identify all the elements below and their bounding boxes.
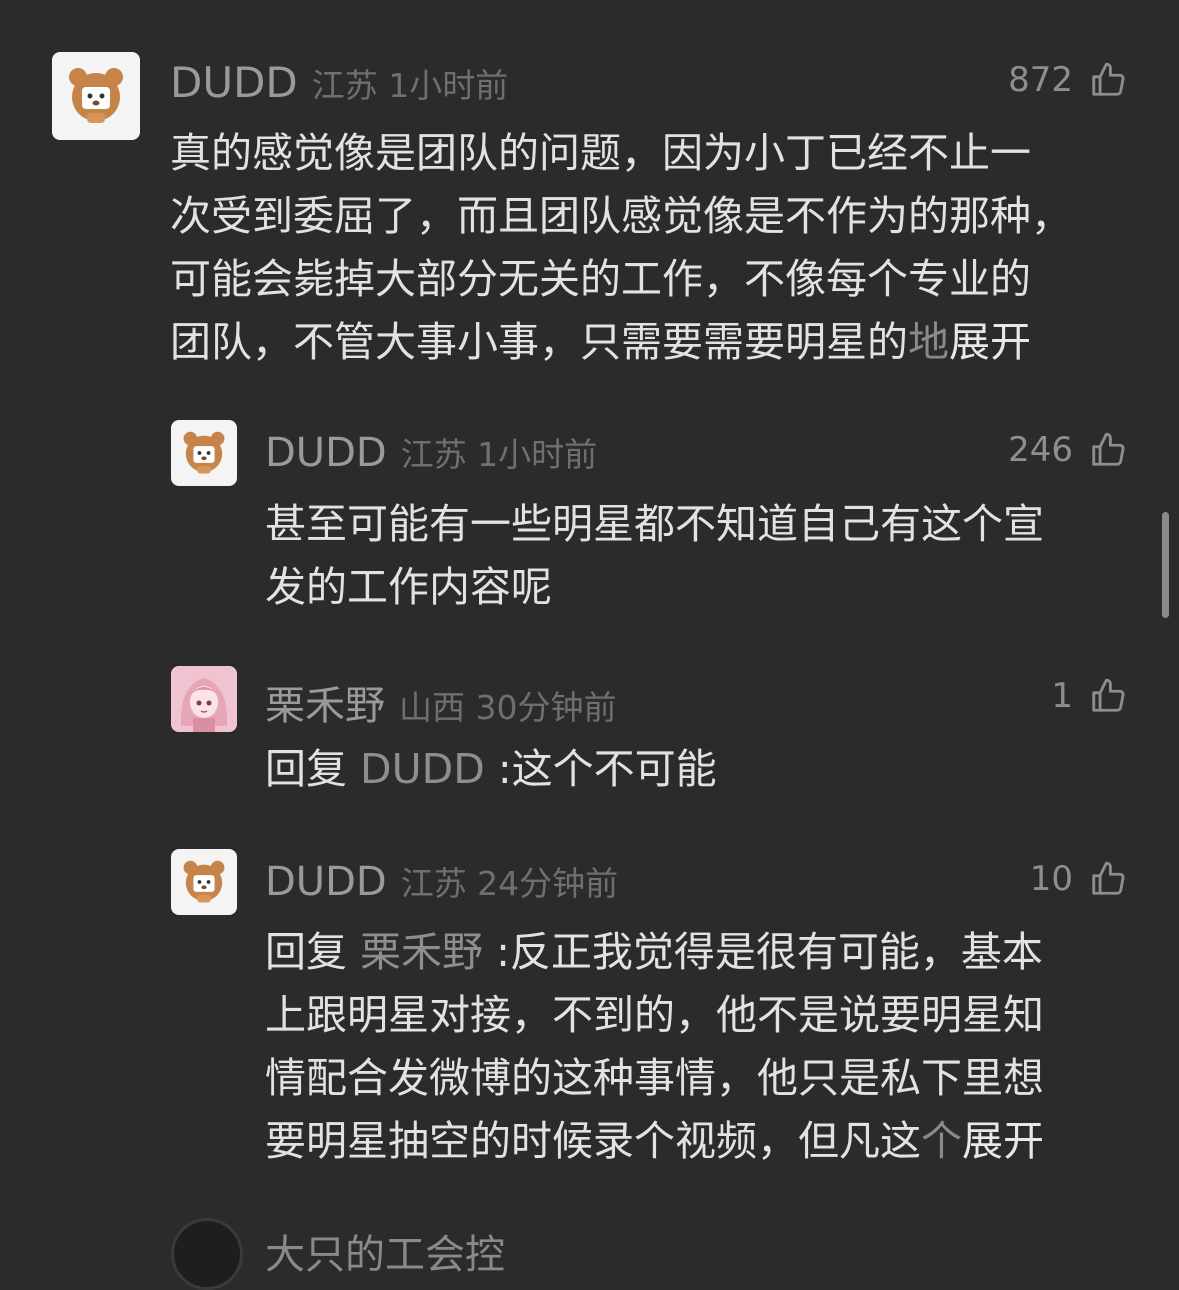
text-line: 回复 DUDD :这个不可能 — [265, 738, 717, 801]
expand-link[interactable]: 展开 — [949, 318, 1031, 366]
thumbs-up-icon — [1092, 861, 1125, 895]
thumbs-up-icon — [1092, 432, 1125, 466]
text-line: 团队，不管大事小事，只需要需要明星的地展开 — [170, 311, 1072, 374]
reply-prefix: 回复 — [265, 745, 347, 793]
location-time: 江苏 24分钟前 — [400, 864, 619, 903]
comment-text: 回复 DUDD :这个不可能 — [265, 738, 717, 801]
text-line: 次受到委屈了，而且团队感觉像是不作为的那种， — [170, 192, 1072, 240]
username[interactable]: DUDD — [170, 58, 298, 107]
avatar[interactable] — [171, 849, 237, 915]
text-line: 要明星抽空的时候录个视频，但凡这个展开 — [265, 1110, 1044, 1173]
username[interactable]: 栗禾野 — [265, 673, 385, 731]
text-line: 回复 栗禾野 :反正我觉得是很有可能，基本 — [265, 921, 1044, 984]
username[interactable]: 大只的工会控 — [265, 1222, 505, 1280]
username[interactable]: DUDD — [265, 430, 387, 476]
like-count: 872 — [1008, 60, 1073, 100]
reply-mention[interactable]: DUDD — [360, 745, 485, 793]
anime-girl-avatar-icon — [171, 666, 237, 732]
comment-text: 回复 栗禾野 :反正我觉得是很有可能，基本 上跟明星对接，不到的，他不是说要明星… — [265, 921, 1044, 1173]
like-button[interactable]: 10 — [1030, 859, 1127, 899]
text-line: 发的工作内容呢 — [265, 563, 552, 611]
bear-avatar-icon — [69, 68, 123, 123]
text-segment: :这个不可能 — [497, 745, 717, 793]
avatar[interactable] — [52, 52, 140, 140]
thumbs-up-icon — [1092, 678, 1125, 712]
comment-text: 甚至可能有一些明星都不知道自己有这个宣 发的工作内容呢 — [265, 493, 1044, 619]
like-button[interactable]: 246 — [1008, 430, 1127, 470]
text-segment: :反正我觉得是很有可能，基本 — [496, 928, 1043, 976]
avatar[interactable] — [171, 420, 237, 486]
username[interactable]: DUDD — [265, 859, 387, 905]
like-button[interactable]: 872 — [1008, 60, 1127, 100]
text-line: 甚至可能有一些明星都不知道自己有这个宣 — [265, 500, 1044, 548]
like-button[interactable]: 1 — [1051, 676, 1127, 716]
like-count: 246 — [1008, 430, 1073, 470]
bear-avatar-icon — [183, 860, 225, 903]
bear-avatar-icon — [183, 431, 225, 474]
text-line: 上跟明星对接，不到的，他不是说要明星知 — [265, 991, 1044, 1039]
location-time: 山西 30分钟前 — [399, 688, 617, 727]
location-time: 江苏 1小时前 — [311, 66, 509, 105]
reply-mention[interactable]: 栗禾野 — [360, 928, 483, 976]
reply-prefix: 回复 — [265, 928, 347, 976]
avatar[interactable] — [171, 1218, 243, 1290]
scrollbar[interactable] — [1162, 512, 1169, 618]
like-count: 1 — [1051, 676, 1073, 716]
text-line: 情配合发微博的这种事情，他只是私下里想 — [265, 1054, 1044, 1102]
faded-text: 个 — [921, 1117, 962, 1165]
avatar[interactable] — [171, 666, 237, 732]
thumbs-up-icon — [1092, 62, 1125, 96]
faded-text: 地 — [908, 318, 949, 366]
location-time: 江苏 1小时前 — [400, 435, 598, 474]
like-count: 10 — [1029, 859, 1073, 899]
expand-link[interactable]: 展开 — [962, 1117, 1044, 1165]
text-segment: 要明星抽空的时候录个视频，但凡这 — [265, 1117, 921, 1165]
text-line: 可能会毙掉大部分无关的工作，不像每个专业的 — [170, 255, 1031, 303]
comment-text: 真的感觉像是团队的问题，因为小丁已经不止一 次受到委屈了，而且团队感觉像是不作为… — [170, 122, 1072, 374]
text-line: 真的感觉像是团队的问题，因为小丁已经不止一 — [170, 129, 1031, 177]
text-segment: 团队，不管大事小事，只需要需要明星的 — [170, 318, 908, 366]
